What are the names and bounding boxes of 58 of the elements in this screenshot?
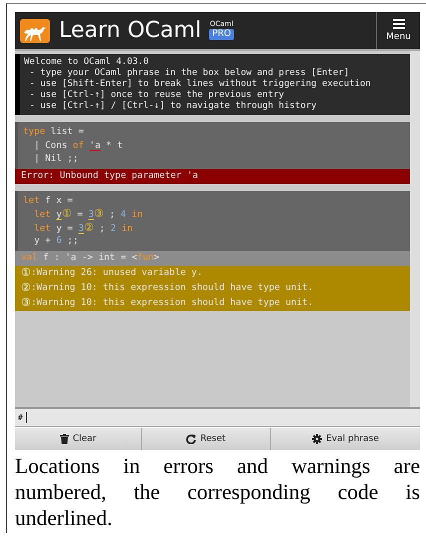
- welcome-line: - use [Ctrl-↑] once to reuse the previous entry: [28, 90, 286, 101]
- welcome-line: - type your OCaml phrase in the box below and press [Enter]: [28, 68, 350, 79]
- location-marker: ②: [84, 220, 94, 234]
- code-text: ;: [98, 222, 106, 234]
- location-marker: ③: [94, 207, 104, 220]
- camel-logo-icon: [20, 18, 50, 42]
- code-text: =: [76, 209, 84, 220]
- keyword-text: let: [33, 209, 52, 220]
- location-marker: ③: [21, 296, 31, 310]
- welcome-line: - use [Shift-Enter] to break lines without triggering execution: [28, 79, 372, 90]
- code-text: y +: [33, 235, 52, 246]
- keyword-text: let: [33, 222, 52, 234]
- keyword-text: in: [120, 222, 133, 234]
- location-marker: ①: [62, 207, 72, 220]
- code-text: y =: [56, 222, 74, 234]
- code-text: | Cons: [33, 140, 68, 150]
- number-text: 2: [110, 222, 116, 234]
- code-text: 'a: [89, 140, 100, 150]
- keyword-text: let: [23, 194, 40, 206]
- number-text: 4: [120, 209, 126, 220]
- button[interactable]: Clear: [15, 428, 142, 450]
- number-text: 3: [78, 222, 84, 234]
- keyword-text: fun: [137, 251, 154, 265]
- prompt-text: #: [18, 413, 23, 422]
- location-marker: ①: [21, 266, 31, 280]
- keyword-text: type: [23, 126, 46, 137]
- code-text: ;;: [66, 235, 78, 246]
- code-text: :Warning 26: unused variable y.: [31, 266, 202, 280]
- welcome-line: - use [Ctrl-↑] / [Ctrl-↓] to navigate through history: [28, 101, 318, 112]
- code-text: f x =: [44, 194, 73, 206]
- welcome-line: Welcome to OCaml 4.03.0: [24, 57, 150, 68]
- number-text: 3: [88, 209, 94, 220]
- app-title: Learn OCaml: [59, 18, 202, 43]
- code-text: >: [154, 251, 160, 265]
- code-text: y: [56, 209, 62, 220]
- code-text: ;: [108, 209, 116, 220]
- text-cursor: [26, 412, 27, 423]
- gear-icon: [312, 434, 322, 444]
- keyword-text: in: [130, 209, 143, 220]
- code-text: Error: Unbound type parameter 'a: [21, 169, 198, 183]
- input-field[interactable]: #: [15, 407, 420, 427]
- figure-caption: Locations in errors and warnings are numbered, the corresponding code is underlined.: [15, 453, 420, 531]
- number-text: 6: [56, 235, 62, 246]
- reload-icon: [186, 434, 196, 444]
- keyword-text: of: [72, 140, 85, 150]
- code-text: :Warning 10: this expression should have type unit.: [31, 281, 314, 295]
- button[interactable]: Eval phrase: [271, 428, 420, 450]
- code-text: f : 'a -> int = <: [42, 251, 138, 265]
- menu-icon: [392, 19, 404, 29]
- code-text: :Warning 10: this expression should have type unit.: [31, 296, 314, 310]
- location-marker: ②: [21, 281, 31, 295]
- button[interactable]: Reset: [142, 428, 271, 450]
- pro-badge: PRO: [209, 29, 234, 40]
- code-text: | Nil ;;: [33, 153, 78, 164]
- code-text: * t: [105, 140, 123, 150]
- keyword-text: val: [21, 251, 38, 265]
- code-text: list =: [50, 126, 84, 137]
- trash-icon: [60, 434, 69, 444]
